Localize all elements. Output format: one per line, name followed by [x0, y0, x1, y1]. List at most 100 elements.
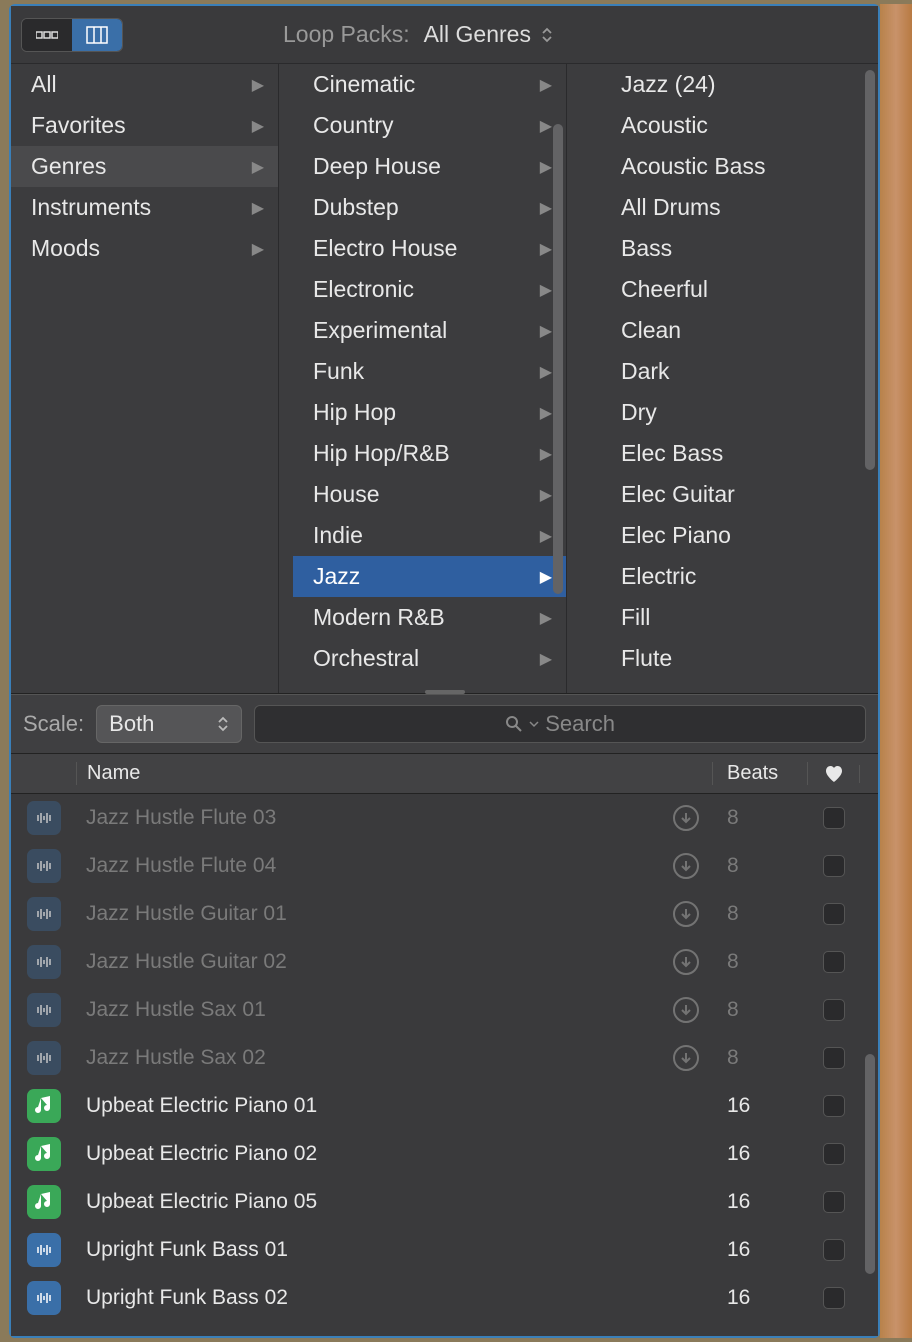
tag-item[interactable]: Acoustic Bass: [581, 146, 878, 187]
tag-item[interactable]: Fill: [581, 597, 878, 638]
chevron-right-icon: ▶: [540, 75, 552, 95]
genre-item[interactable]: Cinematic▶: [293, 64, 566, 105]
resize-handle[interactable]: [425, 690, 465, 694]
tag-item[interactable]: Cheerful: [581, 269, 878, 310]
table-row[interactable]: Upbeat Electric Piano 0116: [11, 1082, 878, 1130]
search-input[interactable]: Search: [254, 705, 866, 743]
table-row[interactable]: Jazz Hustle Guitar 018: [11, 890, 878, 938]
scale-select[interactable]: Both: [96, 705, 242, 743]
table-row[interactable]: Upright Funk Bass 0116: [11, 1226, 878, 1274]
tag-item[interactable]: Clean: [581, 310, 878, 351]
tag-item[interactable]: Acoustic: [581, 105, 878, 146]
loop-name-cell: Jazz Hustle Guitar 02: [76, 949, 713, 975]
genre-item[interactable]: Electro House▶: [293, 228, 566, 269]
download-icon[interactable]: [673, 805, 699, 831]
category-label: All: [31, 71, 57, 98]
genre-item[interactable]: Hip Hop/R&B▶: [293, 433, 566, 474]
genre-item[interactable]: Funk▶: [293, 351, 566, 392]
genre-item[interactable]: Dubstep▶: [293, 187, 566, 228]
genre-item[interactable]: House▶: [293, 474, 566, 515]
tag-label: Elec Guitar: [621, 481, 735, 508]
col-header-name[interactable]: Name: [76, 762, 713, 785]
loop-favorite-cell: [808, 1143, 860, 1165]
tag-item[interactable]: Dark: [581, 351, 878, 392]
loop-type-cell: [11, 897, 76, 931]
category-item[interactable]: Genres▶: [11, 146, 278, 187]
search-placeholder: Search: [545, 711, 615, 737]
tag-item[interactable]: Flute: [581, 638, 878, 679]
genre-label: Funk: [313, 358, 364, 385]
tag-item[interactable]: Elec Piano: [581, 515, 878, 556]
download-icon[interactable]: [673, 997, 699, 1023]
genre-item[interactable]: Jazz▶: [293, 556, 566, 597]
loop-favorite-cell: [808, 855, 860, 877]
tag-item[interactable]: Elec Bass: [581, 433, 878, 474]
tag-item[interactable]: Electric: [581, 556, 878, 597]
favorite-checkbox[interactable]: [823, 999, 845, 1021]
loop-packs-value: All Genres: [424, 21, 531, 48]
loop-packs-selector[interactable]: Loop Packs: All Genres: [283, 21, 553, 48]
favorite-checkbox[interactable]: [823, 1047, 845, 1069]
genre-item[interactable]: Experimental▶: [293, 310, 566, 351]
favorite-checkbox[interactable]: [823, 1239, 845, 1261]
view-button-grid[interactable]: [22, 19, 72, 51]
tag-item[interactable]: Dry: [581, 392, 878, 433]
tag-item[interactable]: Bass: [581, 228, 878, 269]
updown-icon: [217, 715, 229, 733]
table-row[interactable]: Jazz Hustle Sax 028: [11, 1034, 878, 1082]
col-header-beats[interactable]: Beats: [713, 762, 808, 785]
genre-label: Deep House: [313, 153, 441, 180]
favorite-checkbox[interactable]: [823, 1287, 845, 1309]
loop-favorite-cell: [808, 1095, 860, 1117]
genre-label: Electronic: [313, 276, 414, 303]
table-row[interactable]: Jazz Hustle Guitar 028: [11, 938, 878, 986]
table-row[interactable]: Jazz Hustle Flute 048: [11, 842, 878, 890]
table-row[interactable]: Upbeat Electric Piano 0516: [11, 1178, 878, 1226]
genre-item[interactable]: Indie▶: [293, 515, 566, 556]
browser-columns: All▶Favorites▶Genres▶Instruments▶Moods▶ …: [11, 64, 878, 694]
favorite-checkbox[interactable]: [823, 951, 845, 973]
loop-name-cell: Upbeat Electric Piano 05: [76, 1190, 713, 1214]
favorite-checkbox[interactable]: [823, 1095, 845, 1117]
tag-label: Clean: [621, 317, 681, 344]
favorite-checkbox[interactable]: [823, 855, 845, 877]
loop-type-cell: [11, 801, 76, 835]
category-item[interactable]: All▶: [11, 64, 278, 105]
download-icon[interactable]: [673, 853, 699, 879]
download-icon[interactable]: [673, 949, 699, 975]
loop-type-cell: [11, 1281, 76, 1315]
category-item[interactable]: Instruments▶: [11, 187, 278, 228]
favorite-checkbox[interactable]: [823, 1143, 845, 1165]
download-icon[interactable]: [673, 901, 699, 927]
tag-label: Dark: [621, 358, 670, 385]
genre-item[interactable]: Country▶: [293, 105, 566, 146]
table-row[interactable]: Upright Funk Bass 0216: [11, 1274, 878, 1322]
tag-item[interactable]: Jazz (24): [581, 64, 878, 105]
loop-name-cell: Upbeat Electric Piano 02: [76, 1142, 713, 1166]
table-row[interactable]: Upbeat Electric Piano 0216: [11, 1130, 878, 1178]
loop-favorite-cell: [808, 999, 860, 1021]
genre-item[interactable]: Modern R&B▶: [293, 597, 566, 638]
genre-item[interactable]: Electronic▶: [293, 269, 566, 310]
category-item[interactable]: Favorites▶: [11, 105, 278, 146]
genre-item[interactable]: Hip Hop▶: [293, 392, 566, 433]
tag-item[interactable]: All Drums: [581, 187, 878, 228]
table-row[interactable]: Jazz Hustle Sax 018: [11, 986, 878, 1034]
favorite-checkbox[interactable]: [823, 903, 845, 925]
download-icon[interactable]: [673, 1045, 699, 1071]
col-header-favorite[interactable]: [808, 765, 860, 783]
genre-item[interactable]: Deep House▶: [293, 146, 566, 187]
category-item[interactable]: Moods▶: [11, 228, 278, 269]
favorite-checkbox[interactable]: [823, 1191, 845, 1213]
favorite-checkbox[interactable]: [823, 807, 845, 829]
tag-item[interactable]: Elec Guitar: [581, 474, 878, 515]
chevron-right-icon: ▶: [252, 198, 264, 218]
chevron-right-icon: ▶: [540, 649, 552, 669]
scrollbar-thumb[interactable]: [865, 1054, 875, 1274]
genre-item[interactable]: Orchestral▶: [293, 638, 566, 679]
scrollbar-thumb[interactable]: [865, 70, 875, 470]
loop-favorite-cell: [808, 951, 860, 973]
scrollbar-thumb[interactable]: [553, 124, 563, 594]
view-button-columns[interactable]: [72, 19, 122, 51]
table-row[interactable]: Jazz Hustle Flute 038: [11, 794, 878, 842]
